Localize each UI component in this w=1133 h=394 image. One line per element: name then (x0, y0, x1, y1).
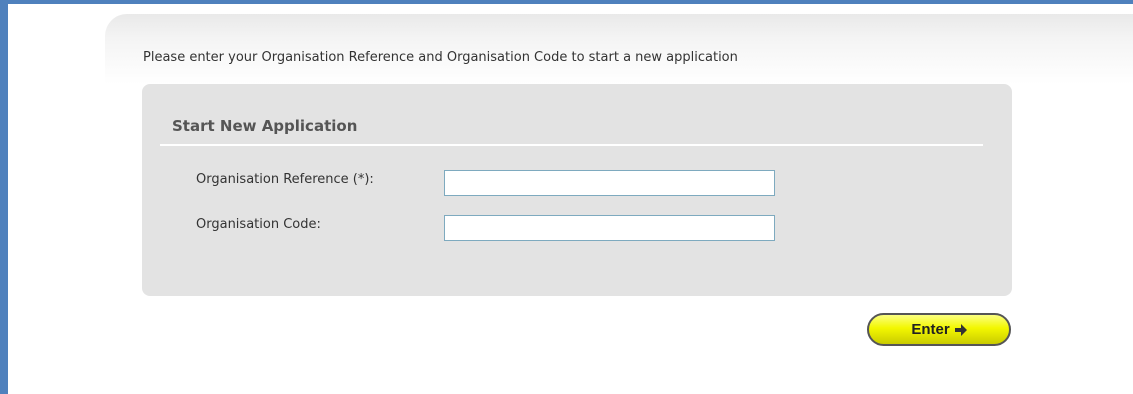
organisation-reference-input[interactable] (444, 170, 775, 196)
enter-button[interactable]: Enter (867, 313, 1011, 346)
arrow-right-icon (954, 323, 967, 336)
window-frame-top (0, 0, 1133, 4)
organisation-code-input[interactable] (444, 215, 775, 241)
title-divider (160, 144, 983, 146)
window-frame-left (0, 0, 8, 394)
header-panel (105, 14, 1133, 84)
organisation-reference-label: Organisation Reference (*): (196, 172, 374, 187)
start-application-form: Start New Application Organisation Refer… (142, 84, 1012, 296)
organisation-code-label: Organisation Code: (196, 217, 321, 232)
enter-button-label: Enter (911, 321, 950, 338)
intro-text: Please enter your Organisation Reference… (143, 50, 738, 65)
form-title: Start New Application (172, 117, 358, 135)
